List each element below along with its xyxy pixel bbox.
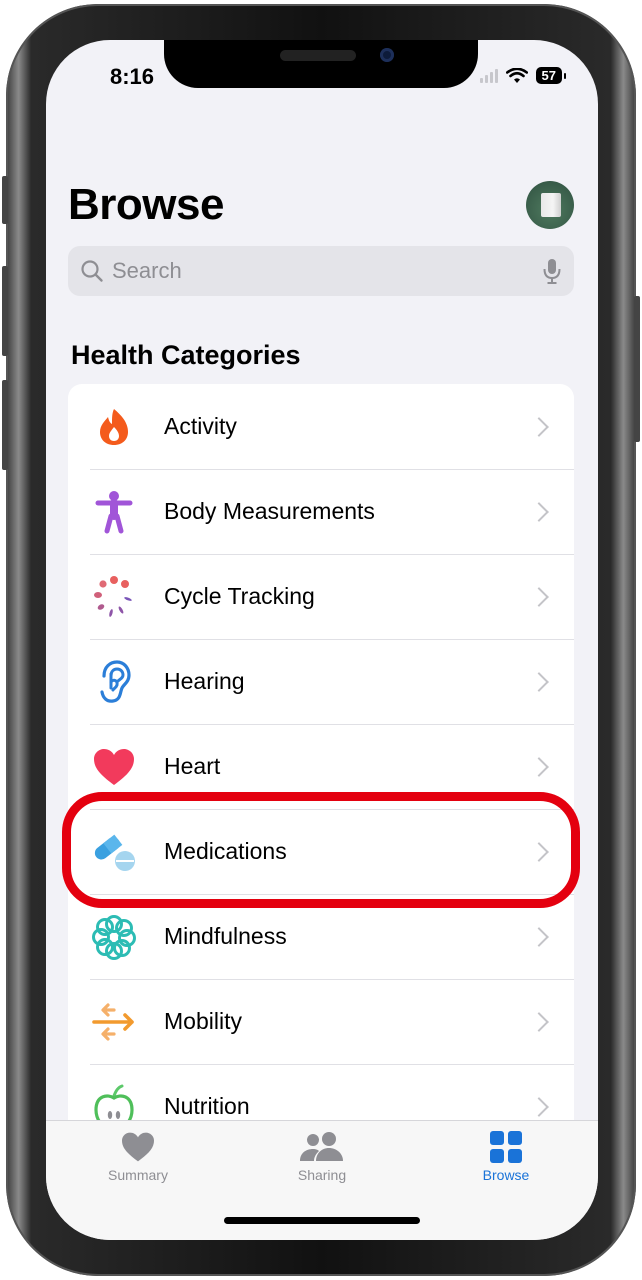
wifi-icon (505, 67, 528, 83)
volume-up-button (2, 266, 8, 356)
cellular-signal-icon (479, 68, 498, 83)
chevron-right-icon (529, 756, 549, 777)
figure-icon (88, 486, 140, 538)
health-categories-list: Activity Body Measurements Cycle Trackin… (68, 384, 574, 1149)
category-label: Medications (164, 838, 287, 864)
category-row-activity[interactable]: Activity (68, 384, 574, 469)
page-title: Browse (68, 180, 224, 229)
mute-switch (2, 176, 8, 224)
chevron-right-icon (529, 926, 549, 947)
category-row-hearing[interactable]: Hearing (68, 639, 574, 724)
chevron-right-icon (529, 1011, 549, 1032)
category-label: Mobility (164, 1008, 242, 1034)
category-label: Heart (164, 753, 221, 779)
status-icons: 57 (479, 67, 567, 84)
pills-icon (88, 826, 140, 878)
category-row-heart[interactable]: Heart (68, 724, 574, 809)
tab-summary[interactable]: Summary (46, 1121, 230, 1240)
battery-indicator: 57 (535, 67, 567, 84)
microphone-icon[interactable] (542, 257, 562, 285)
search-input[interactable] (112, 258, 542, 284)
heart-icon (122, 1132, 154, 1162)
category-label: Cycle Tracking (164, 583, 315, 609)
screen: 8:16 57 Browse Health Categories (46, 40, 598, 1240)
heart-icon (88, 741, 140, 793)
chevron-right-icon (529, 586, 549, 607)
category-row-mobility[interactable]: Mobility (68, 979, 574, 1064)
people-icon (300, 1132, 343, 1161)
search-icon (81, 260, 103, 282)
category-row-body-measurements[interactable]: Body Measurements (68, 469, 574, 554)
flame-icon (88, 401, 140, 453)
tab-label: Summary (108, 1167, 168, 1183)
chevron-right-icon (529, 1096, 549, 1117)
tab-label: Browse (482, 1167, 530, 1183)
volume-down-button (2, 380, 8, 470)
home-indicator[interactable] (224, 1217, 420, 1224)
chevron-right-icon (529, 416, 549, 437)
power-button (634, 296, 640, 442)
tab-label: Sharing (297, 1167, 347, 1183)
category-label: Hearing (164, 668, 245, 694)
category-row-medications[interactable]: Medications (68, 809, 574, 894)
category-row-mindfulness[interactable]: Mindfulness (68, 894, 574, 979)
profile-avatar[interactable] (526, 181, 574, 229)
grid-icon (490, 1131, 522, 1163)
status-time: 8:16 (110, 64, 155, 89)
chevron-right-icon (529, 671, 549, 692)
category-label: Mindfulness (164, 923, 287, 949)
speaker (280, 50, 356, 61)
ear-icon (88, 656, 140, 708)
arrows-icon (88, 996, 140, 1048)
flower-icon (88, 911, 140, 963)
search-bar[interactable] (68, 246, 574, 296)
category-label: Activity (164, 413, 237, 439)
notch (164, 40, 478, 88)
front-camera (380, 48, 394, 62)
tab-browse[interactable]: Browse (414, 1121, 598, 1240)
category-label: Body Measurements (164, 498, 375, 524)
chevron-right-icon (529, 501, 549, 522)
category-row-cycle-tracking[interactable]: Cycle Tracking (68, 554, 574, 639)
chevron-right-icon (529, 841, 549, 862)
cycle-dots-icon (88, 571, 140, 623)
section-title: Health Categories (71, 340, 301, 370)
avatar-image (541, 193, 561, 217)
category-label: Nutrition (164, 1093, 250, 1119)
